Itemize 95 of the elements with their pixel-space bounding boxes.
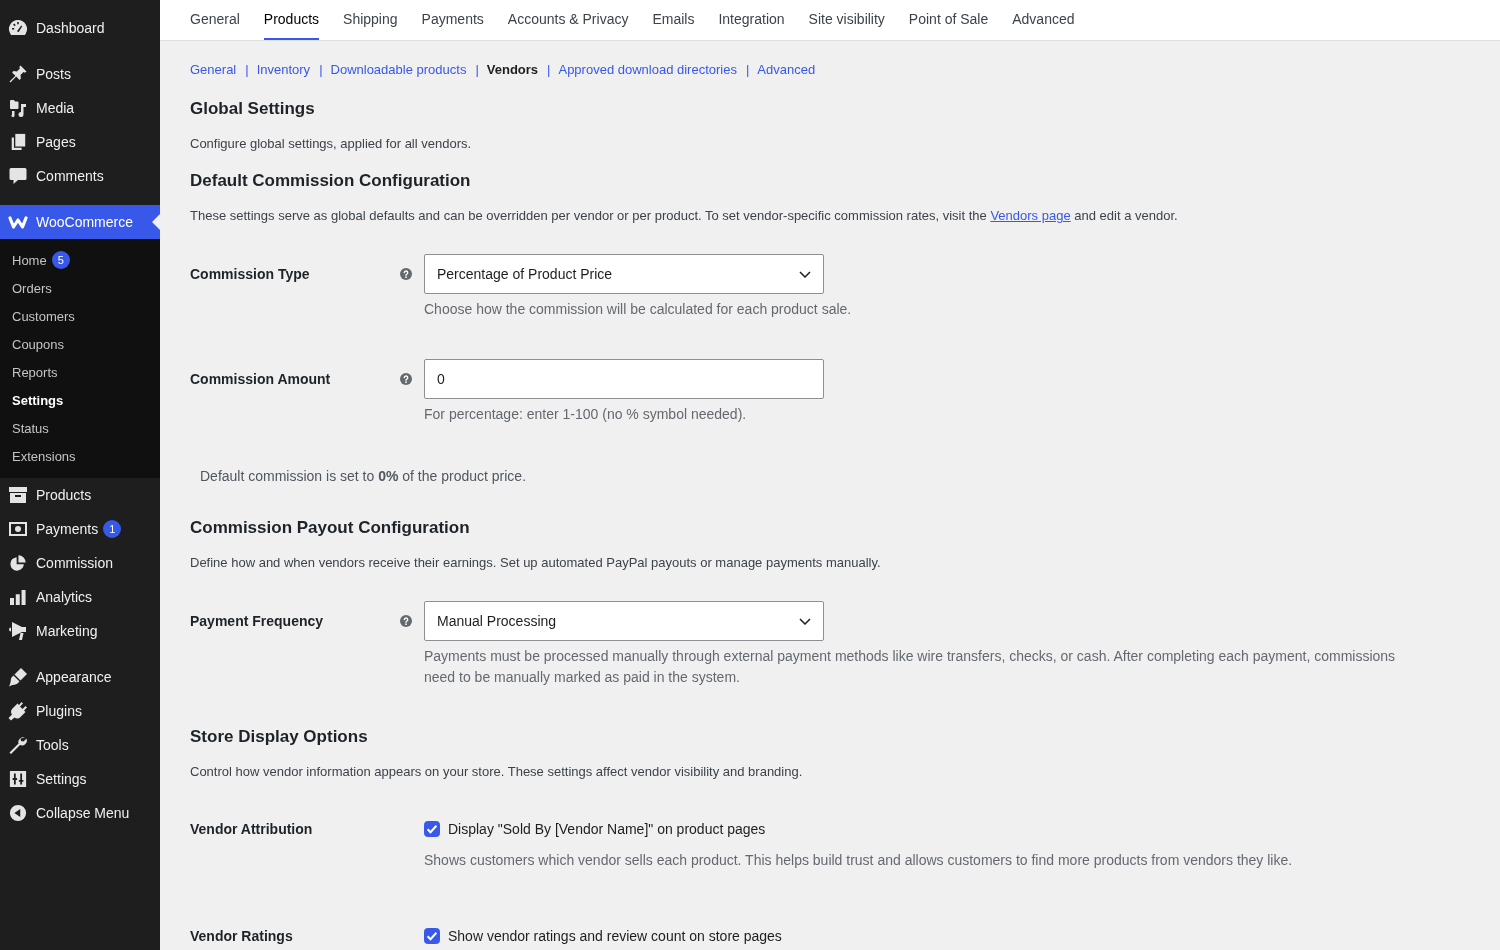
settings-tab[interactable]: Shipping bbox=[343, 0, 398, 40]
sidebar-item[interactable]: Tools bbox=[0, 728, 160, 762]
section-heading: Default Commission Configuration bbox=[190, 170, 472, 192]
submenu-item[interactable]: Coupons bbox=[0, 330, 160, 358]
select-dropdown[interactable]: Manual Processing bbox=[424, 601, 824, 641]
sidebar-item[interactable]: Pages bbox=[0, 125, 160, 159]
megaphone-icon bbox=[8, 621, 28, 641]
sidebar-item[interactable]: Plugins bbox=[0, 694, 160, 728]
camera-note-icon bbox=[8, 98, 28, 118]
collapse-arrow-icon bbox=[9, 804, 27, 822]
submenu-item[interactable]: Customers bbox=[0, 302, 160, 330]
chevron-down-icon bbox=[799, 270, 811, 278]
banknote-icon bbox=[8, 521, 28, 537]
field-label: Commission Type bbox=[190, 265, 310, 284]
count-badge: 1 bbox=[103, 520, 122, 538]
sidebar-item[interactable]: Analytics bbox=[0, 580, 160, 614]
field-label: Vendor Attribution bbox=[190, 820, 313, 839]
speech-bubble-icon bbox=[8, 166, 28, 186]
section-description: Control how vendor information appears on your store. These settings affect vendor visibility and branding. bbox=[190, 763, 804, 781]
settings-tab[interactable]: General bbox=[190, 0, 240, 40]
link-separator: | bbox=[547, 61, 551, 79]
count-badge: 5 bbox=[51, 251, 70, 269]
field-hint: For percentage: enter 1-100 (no % symbol needed). bbox=[424, 405, 747, 424]
submenu-item[interactable]: Settings bbox=[0, 386, 160, 414]
settings-tab[interactable]: Integration bbox=[718, 0, 785, 40]
section-link[interactable]: General bbox=[190, 60, 237, 80]
sidebar-item[interactable]: Settings bbox=[0, 762, 160, 796]
submenu-item[interactable]: Orders bbox=[0, 274, 160, 302]
sidebar-item[interactable]: Media bbox=[0, 91, 160, 125]
zigzag-logo-icon bbox=[8, 215, 28, 229]
field-hint: Choose how the commission will be calculated for each product sale. bbox=[424, 300, 852, 319]
sliders-icon bbox=[9, 770, 27, 788]
pushpin-icon bbox=[8, 64, 28, 84]
submenu-item[interactable]: Status bbox=[0, 414, 160, 442]
section-description: Configure global settings, applied for all vendors. bbox=[190, 135, 473, 153]
field-label: Vendor Ratings bbox=[190, 927, 293, 946]
section-link[interactable]: Inventory bbox=[256, 60, 311, 80]
sidebar-item[interactable]: Products bbox=[0, 478, 160, 512]
link-separator: | bbox=[475, 61, 479, 79]
checkbox-label[interactable]: Show vendor ratings and review count on store pages bbox=[448, 926, 782, 946]
settings-tab[interactable]: Advanced bbox=[1012, 0, 1075, 40]
sidebar-item[interactable]: Commission bbox=[0, 546, 160, 580]
info-note: Default commission is set to 0% of the product price. bbox=[200, 467, 528, 486]
stacked-pages-icon bbox=[9, 132, 27, 152]
current-pointer-icon bbox=[152, 214, 160, 230]
settings-tab[interactable]: Products bbox=[263, 0, 320, 40]
select-dropdown[interactable]: Percentage of Product Price bbox=[424, 254, 824, 294]
submenu-item[interactable]: Reports bbox=[0, 358, 160, 386]
settings-tab[interactable]: Emails bbox=[652, 0, 695, 40]
link-separator: | bbox=[245, 61, 249, 79]
paintbrush-icon bbox=[8, 667, 28, 687]
link-separator: | bbox=[319, 61, 323, 79]
settings-tab[interactable]: Accounts & Privacy bbox=[507, 0, 629, 40]
section-description: Define how and when vendors receive their earnings. Set up automated PayPal payouts or manage payments manually. bbox=[190, 554, 882, 572]
settings-tab[interactable]: Site visibility bbox=[808, 0, 885, 40]
sidebar-item[interactable]: Payments 1 bbox=[0, 512, 160, 546]
sidebar-item[interactable]: Posts bbox=[0, 57, 160, 91]
help-icon[interactable] bbox=[400, 615, 412, 627]
archive-box-icon bbox=[8, 486, 28, 504]
sidebar-item[interactable]: WooCommerce bbox=[0, 205, 160, 239]
section-link[interactable]: Vendors bbox=[486, 60, 539, 80]
field-label: Payment Frequency bbox=[190, 612, 324, 631]
inline-link[interactable]: Vendors page bbox=[990, 208, 1071, 223]
sidebar-item[interactable]: Collapse Menu bbox=[0, 796, 160, 830]
sidebar-item[interactable]: Marketing bbox=[0, 614, 160, 648]
section-heading: Global Settings bbox=[190, 98, 316, 120]
sidebar-item[interactable]: Dashboard bbox=[0, 11, 160, 45]
section-heading: Commission Payout Configuration bbox=[190, 517, 471, 539]
plug-icon bbox=[8, 701, 28, 721]
chevron-down-icon bbox=[799, 617, 811, 625]
field-hint: Shows customers which vendor sells each product. This helps build trust and allows customers to find more products from vendors they like. bbox=[424, 851, 1293, 870]
bar-chart-icon bbox=[9, 589, 27, 605]
section-heading: Store Display Options bbox=[190, 726, 369, 748]
checkbox[interactable] bbox=[424, 928, 440, 944]
field-label: Commission Amount bbox=[190, 370, 331, 389]
wrench-icon bbox=[8, 735, 28, 755]
pie-chart-icon bbox=[9, 554, 27, 572]
settings-tab[interactable]: Payments bbox=[421, 0, 484, 40]
text-field[interactable]: 0 bbox=[424, 359, 824, 399]
section-link[interactable]: Advanced bbox=[757, 60, 816, 80]
section-link[interactable]: Approved download directories bbox=[558, 60, 737, 80]
help-icon[interactable] bbox=[400, 268, 412, 280]
submenu-item[interactable]: Extensions bbox=[0, 442, 160, 470]
section-description: These settings serve as global defaults and can be overridden per vendor or per product. To set vendor-specific commission rates, visit the Vendors page and edit a vendor. bbox=[190, 207, 1179, 225]
gauge-icon bbox=[8, 19, 28, 37]
sidebar-item[interactable]: Comments bbox=[0, 159, 160, 193]
field-hint: Payments must be processed manually through external payment methods like wire transfers, checks, or cash. After completing each payment, commissions need to be manually marked as paid in the system. bbox=[424, 647, 1397, 687]
sidebar-item[interactable]: Appearance bbox=[0, 660, 160, 694]
link-separator: | bbox=[745, 61, 750, 79]
settings-tab[interactable]: Point of Sale bbox=[908, 0, 989, 40]
section-link[interactable]: Downloadable products bbox=[330, 60, 467, 80]
checkbox[interactable] bbox=[424, 821, 440, 837]
submenu-item[interactable]: Home 5 bbox=[0, 246, 160, 274]
checkbox-label[interactable]: Display "Sold By [Vendor Name]" on product pages bbox=[448, 819, 766, 839]
help-icon[interactable] bbox=[400, 373, 412, 385]
